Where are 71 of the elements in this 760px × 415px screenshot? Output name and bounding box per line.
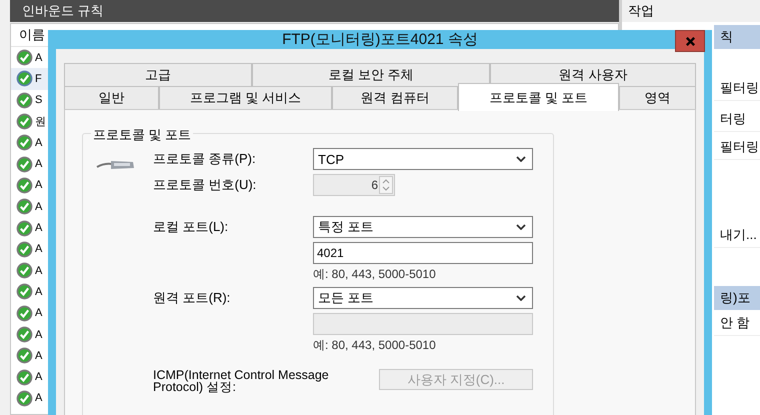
port-input[interactable]: 4021 xyxy=(313,242,533,264)
rule-row[interactable]: A xyxy=(11,324,48,346)
tab[interactable]: 영역 xyxy=(619,86,696,109)
field-label: ICMP(Internet Control Message Protocol) 설정: xyxy=(153,369,330,393)
rule-row[interactable]: 원 xyxy=(11,110,48,132)
protocol-type-dropdown[interactable]: TCP xyxy=(313,148,533,170)
tab[interactable]: 일반 xyxy=(64,86,159,109)
tab[interactable]: 프로토콜 및 포트 xyxy=(458,83,619,111)
check-icon xyxy=(16,70,33,88)
hint-text: 예: 80, 443, 5000-5010 xyxy=(313,336,436,354)
check-icon xyxy=(16,134,33,152)
check-icon xyxy=(16,326,33,343)
close-icon xyxy=(684,36,696,46)
field-label: 원격 포트(R): xyxy=(153,289,232,307)
check-icon xyxy=(16,262,33,280)
field-label: 프로토콜 번호(U): xyxy=(153,176,258,194)
rule-row[interactable]: A xyxy=(11,345,48,366)
check-icon xyxy=(16,304,33,322)
hint-text: 예: 80, 443, 5000-5010 xyxy=(313,266,436,282)
check-icon xyxy=(16,283,33,300)
rule-row[interactable]: A xyxy=(11,153,48,175)
field-label: 프로토콜 종류(P): xyxy=(153,150,257,168)
check-icon xyxy=(16,368,33,386)
rule-row[interactable]: A xyxy=(11,260,48,282)
rule-row[interactable]: F xyxy=(11,68,48,90)
rule-row[interactable]: A xyxy=(11,132,48,154)
tab[interactable]: 원격 사용자 xyxy=(490,63,696,86)
tab[interactable]: 로컬 보안 주체 xyxy=(252,63,490,86)
check-icon xyxy=(16,198,33,216)
action-item[interactable]: 안 함 xyxy=(714,311,760,336)
tab[interactable]: 프로그램 및 서비스 xyxy=(159,86,332,109)
section-header[interactable]: 칙 xyxy=(714,25,760,49)
rule-row[interactable]: A xyxy=(11,366,48,388)
rule-row[interactable]: A xyxy=(11,302,48,324)
check-icon xyxy=(16,390,33,407)
rule-row[interactable]: A xyxy=(11,47,48,68)
chevron-down-icon xyxy=(516,156,526,162)
check-icon xyxy=(16,220,33,237)
rule-row[interactable]: A xyxy=(11,196,48,218)
tab[interactable]: 고급 xyxy=(64,63,252,86)
actions-title: 작업 xyxy=(628,2,654,20)
action-item[interactable]: 필터링 xyxy=(714,76,760,101)
rule-row[interactable]: S xyxy=(11,90,48,111)
rule-row[interactable]: A xyxy=(11,238,48,260)
check-icon xyxy=(16,113,33,130)
action-item[interactable]: 필터링 xyxy=(714,135,760,160)
check-icon xyxy=(16,176,33,194)
rule-row[interactable]: A xyxy=(11,174,48,196)
window-title: FTP(모니터링)포트4021 속성 xyxy=(282,30,478,49)
spin-arrows-icon xyxy=(382,179,390,191)
cable-icon xyxy=(96,158,136,172)
close-button[interactable] xyxy=(675,30,705,52)
check-icon xyxy=(16,92,33,109)
section-header[interactable]: 링)포 xyxy=(714,286,760,310)
rule-row[interactable]: A xyxy=(11,217,48,239)
port-dropdown[interactable]: 모든 포트 xyxy=(313,287,533,309)
chevron-down-icon xyxy=(516,295,526,301)
port-dropdown[interactable]: 특정 포트 xyxy=(313,216,533,238)
check-icon xyxy=(16,347,33,364)
field-label: 로컬 포트(L): xyxy=(153,218,230,236)
check-icon xyxy=(16,156,33,173)
chevron-down-icon xyxy=(516,224,526,230)
tab[interactable]: 원격 컴퓨터 xyxy=(332,86,458,109)
group-title: 프로토콜 및 포트 xyxy=(91,126,194,144)
check-icon xyxy=(16,49,33,66)
check-icon xyxy=(16,240,33,258)
action-item[interactable]: 터링 xyxy=(714,107,760,132)
action-item[interactable]: 내기... xyxy=(714,223,760,248)
rule-row[interactable]: A xyxy=(11,281,48,303)
rule-row[interactable]: A xyxy=(11,388,48,410)
panel-title: 인바운드 규칙 xyxy=(22,2,104,20)
